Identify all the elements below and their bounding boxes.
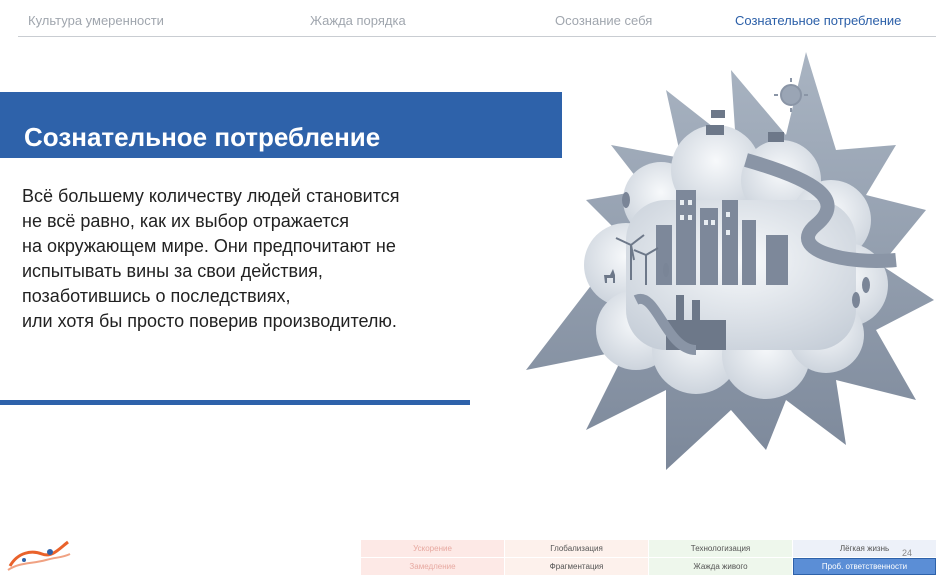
top-navigation: Культура умеренности Жажда порядка Осозн…: [0, 0, 936, 36]
body-line: не всё равно, как их выбор отражается: [22, 211, 350, 231]
grid-cell-responsibility[interactable]: Проб. ответственности: [793, 558, 936, 575]
body-line: испытывать вины за свои действия,: [22, 261, 323, 281]
body-line: на окружающем мире. Они предпочитают не: [22, 236, 396, 256]
page-number: 24: [902, 548, 913, 558]
grid-cell-deceleration[interactable]: Замедление: [361, 558, 504, 575]
slide-body: Всё большему количеству людей становится…: [22, 184, 542, 334]
tab-self-awareness[interactable]: Осознание себя: [555, 13, 652, 28]
grid-cell-acceleration[interactable]: Ускорение: [361, 540, 504, 557]
body-line: позаботившись о последствиях,: [22, 286, 291, 306]
category-grid: Ускорение Глобализация Технологизация Лё…: [361, 540, 936, 576]
accent-rule: [0, 400, 470, 405]
grid-cell-globalization[interactable]: Глобализация: [505, 540, 648, 557]
tab-culture-of-moderation[interactable]: Культура умеренности: [28, 13, 164, 28]
grid-cell-technologization[interactable]: Технологизация: [649, 540, 792, 557]
brand-logo: [7, 540, 71, 571]
grid-cell-easy-life[interactable]: Лёгкая жизнь: [793, 540, 936, 557]
grid-cell-thirst-for-living[interactable]: Жажда живого: [649, 558, 792, 575]
grid-cell-fragmentation[interactable]: Фрагментация: [505, 558, 648, 575]
slide-title: Сознательное потребление: [24, 122, 381, 152]
nav-divider: [18, 36, 936, 37]
city-ecology-illustration: [526, 52, 934, 470]
body-line: Всё большему количеству людей становится: [22, 186, 400, 206]
tab-conscious-consumption[interactable]: Сознательное потребление: [735, 13, 901, 28]
body-line: или хотя бы просто поверив производителю…: [22, 311, 397, 331]
tab-thirst-for-order[interactable]: Жажда порядка: [310, 13, 406, 28]
